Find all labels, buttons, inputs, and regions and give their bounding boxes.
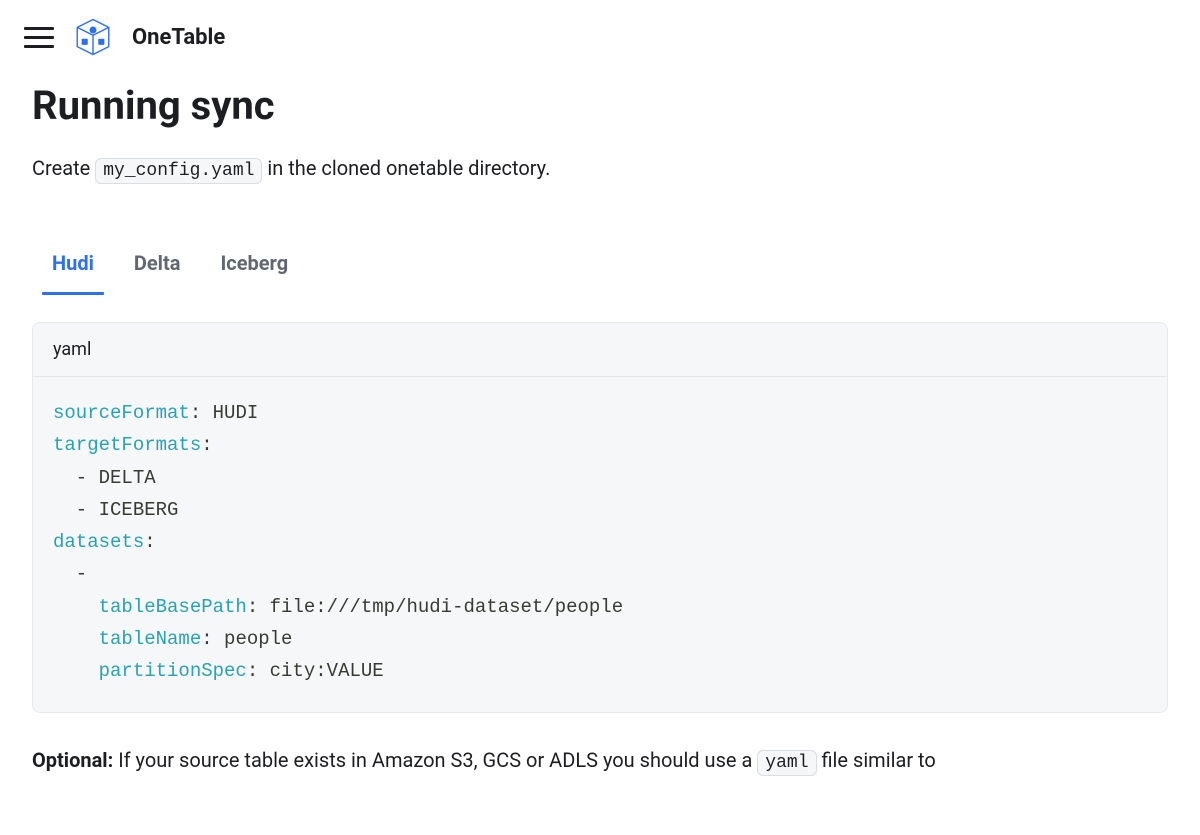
yaml-value: DELTA	[99, 467, 156, 489]
config-filename-code: my_config.yaml	[95, 158, 262, 184]
yaml-value: city:VALUE	[258, 660, 383, 682]
optional-code: yaml	[757, 750, 816, 776]
intro-paragraph: Create my_config.yaml in the cloned onet…	[32, 153, 1168, 185]
optional-paragraph: Optional: If your source table exists in…	[32, 745, 1168, 777]
code-block-title: yaml	[33, 323, 1167, 377]
yaml-key: tableName	[99, 628, 202, 650]
format-tabs: Hudi Delta Iceberg	[32, 241, 1168, 294]
page-title: Running sync	[32, 82, 1168, 129]
intro-text-tail: in the cloned onetable directory.	[262, 156, 550, 180]
code-block-body: sourceFormat: HUDI targetFormats: - DELT…	[33, 377, 1167, 712]
tab-delta[interactable]: Delta	[134, 241, 181, 293]
yaml-key: targetFormats	[53, 434, 201, 456]
yaml-value: HUDI	[201, 402, 258, 424]
yaml-code-block: yaml sourceFormat: HUDI targetFormats: -…	[32, 322, 1168, 713]
menu-icon[interactable]	[24, 23, 54, 52]
yaml-value: people	[213, 628, 293, 650]
intro-text: Create	[32, 156, 95, 180]
main-content: Running sync Create my_config.yaml in th…	[0, 74, 1200, 801]
logo-icon	[72, 16, 114, 58]
yaml-value: file:///tmp/hudi-dataset/people	[258, 596, 623, 618]
header: OneTable	[0, 0, 1200, 74]
tab-hudi[interactable]: Hudi	[52, 241, 94, 293]
yaml-key: partitionSpec	[99, 660, 247, 682]
optional-label: Optional:	[32, 748, 113, 772]
yaml-value: ICEBERG	[99, 499, 179, 521]
yaml-key: tableBasePath	[99, 596, 247, 618]
optional-text-tail: file similar to	[817, 748, 936, 772]
yaml-key: datasets	[53, 531, 144, 553]
tab-iceberg[interactable]: Iceberg	[220, 241, 288, 293]
yaml-key: sourceFormat	[53, 402, 190, 424]
optional-text: If your source table exists in Amazon S3…	[113, 748, 757, 772]
brand-name[interactable]: OneTable	[132, 25, 225, 50]
